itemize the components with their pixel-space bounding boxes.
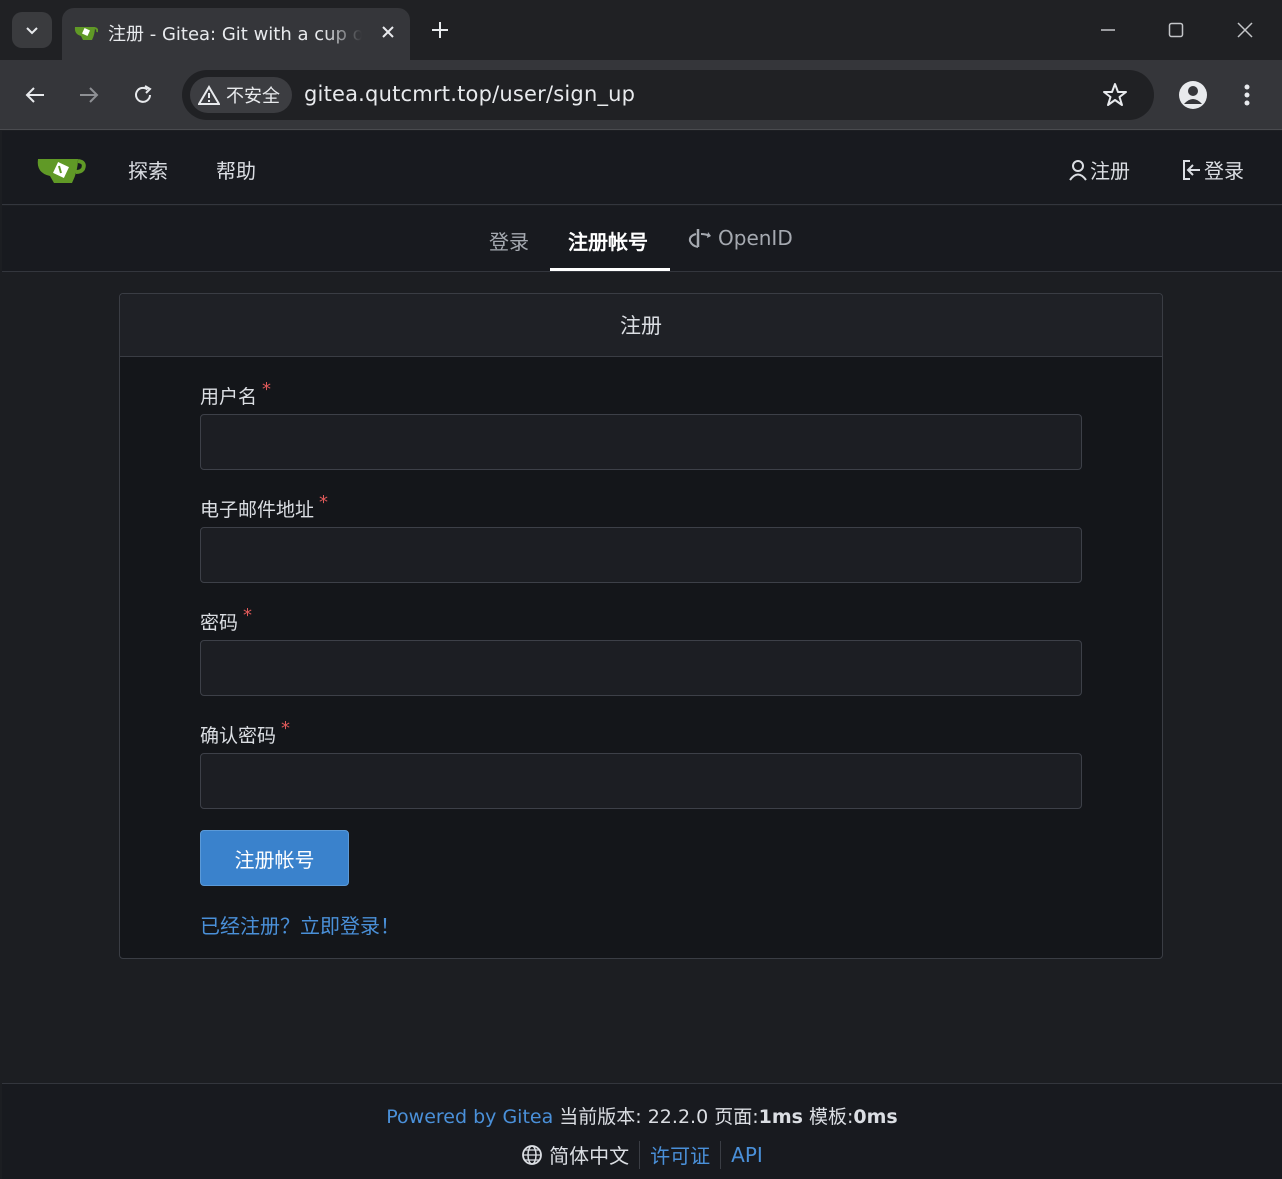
required-mark: * (319, 492, 329, 513)
tab-title: 注册 - Gitea: Git with a cup of tea (108, 24, 362, 45)
tab-openid[interactable]: OpenID (688, 226, 793, 250)
sign-in-icon (1183, 159, 1200, 180)
username-input[interactable] (200, 414, 1082, 470)
nav-signin-label: 登录 (1204, 159, 1244, 183)
close-tab-icon[interactable] (376, 20, 400, 44)
minimize-window-icon[interactable] (1094, 16, 1122, 44)
powered-by-link[interactable]: Powered by Gitea (386, 1106, 553, 1128)
page-footer: Powered by Gitea 当前版本: 22.2.0 页面:1ms 模板:… (2, 1083, 1282, 1179)
username-label: 用户名 * (200, 379, 272, 408)
auth-tabs: 登录 注册帐号 OpenID (2, 206, 1282, 272)
password-input[interactable] (200, 640, 1082, 696)
template-time-value: 0ms (853, 1106, 898, 1128)
language-selector[interactable]: 简体中文 (521, 1140, 629, 1169)
gitea-logo-icon[interactable] (36, 151, 86, 189)
nav-help[interactable]: 帮助 (216, 155, 256, 184)
required-mark: * (243, 605, 253, 626)
globe-icon (522, 1144, 543, 1165)
active-browser-tab[interactable]: 注册 - Gitea: Git with a cup of tea (62, 8, 410, 60)
nav-register[interactable]: 注册 (1068, 155, 1130, 184)
warning-icon (198, 85, 220, 105)
close-window-icon[interactable] (1231, 16, 1259, 44)
page-time-label: 页面: (714, 1106, 759, 1128)
template-time-label: 模板: (808, 1106, 854, 1128)
footer-links: 简体中文 许可证 API (2, 1140, 1282, 1169)
address-bar[interactable]: 不安全 gitea.qutcmrt.top/user/sign_up (182, 70, 1154, 120)
already-registered-link[interactable]: 已经注册？立即登录！ (200, 910, 400, 939)
gitea-favicon-icon (74, 22, 99, 46)
confirm-password-label: 确认密码 * (200, 718, 291, 747)
url-text[interactable]: gitea.qutcmrt.top/user/sign_up (304, 82, 635, 106)
top-navbar: 探索 帮助 注册 登录 (2, 131, 1282, 205)
tab-signin[interactable]: 登录 (489, 226, 529, 255)
password-label: 密码 * (200, 605, 253, 634)
menu-dots-icon[interactable] (1230, 78, 1264, 112)
new-tab-icon[interactable] (426, 16, 454, 44)
form-title: 注册 (120, 294, 1162, 357)
profile-avatar-icon[interactable] (1176, 78, 1210, 112)
nav-register-label: 注册 (1090, 159, 1130, 183)
forward-arrow-icon[interactable] (72, 78, 106, 112)
register-submit-button[interactable]: 注册帐号 (200, 830, 349, 886)
tab-search-button[interactable] (12, 12, 52, 48)
bookmark-star-icon[interactable] (1102, 82, 1128, 112)
email-label: 电子邮件地址 * (200, 492, 329, 521)
license-link[interactable]: 许可证 (650, 1140, 710, 1169)
footer-version-line: Powered by Gitea 当前版本: 22.2.0 页面:1ms 模板:… (2, 1102, 1282, 1129)
browser-toolbar: 不安全 gitea.qutcmrt.top/user/sign_up (0, 60, 1282, 130)
person-icon (1069, 159, 1087, 181)
tab-openid-label: OpenID (718, 226, 793, 250)
nav-explore[interactable]: 探索 (128, 155, 168, 184)
confirm-password-input[interactable] (200, 753, 1082, 809)
nav-signin[interactable]: 登录 (1182, 155, 1244, 184)
reload-icon[interactable] (126, 78, 160, 112)
page-time-value: 1ms (758, 1106, 803, 1128)
tab-register[interactable]: 注册帐号 (568, 226, 648, 255)
api-link[interactable]: API (731, 1143, 763, 1167)
maximize-window-icon[interactable] (1162, 16, 1190, 44)
security-label: 不安全 (226, 86, 280, 107)
language-label: 简体中文 (549, 1144, 630, 1168)
register-form-card: 注册 用户名 * 电子邮件地址 * 密码 * 确认密码 * 注册帐号 已经注册？立即登录… (119, 293, 1163, 959)
active-tab-indicator (550, 268, 670, 271)
required-mark: * (281, 718, 291, 739)
back-arrow-icon[interactable] (18, 78, 52, 112)
openid-icon (688, 229, 711, 248)
footer-divider (720, 1140, 722, 1169)
version-text: 当前版本: 22.2.0 (559, 1106, 709, 1128)
email-input[interactable] (200, 527, 1082, 583)
security-indicator[interactable]: 不安全 (190, 77, 292, 113)
browser-tab-strip: 注册 - Gitea: Git with a cup of tea (0, 0, 1282, 60)
footer-divider (639, 1140, 641, 1169)
chevron-down-icon (26, 27, 38, 35)
required-mark: * (262, 379, 272, 400)
